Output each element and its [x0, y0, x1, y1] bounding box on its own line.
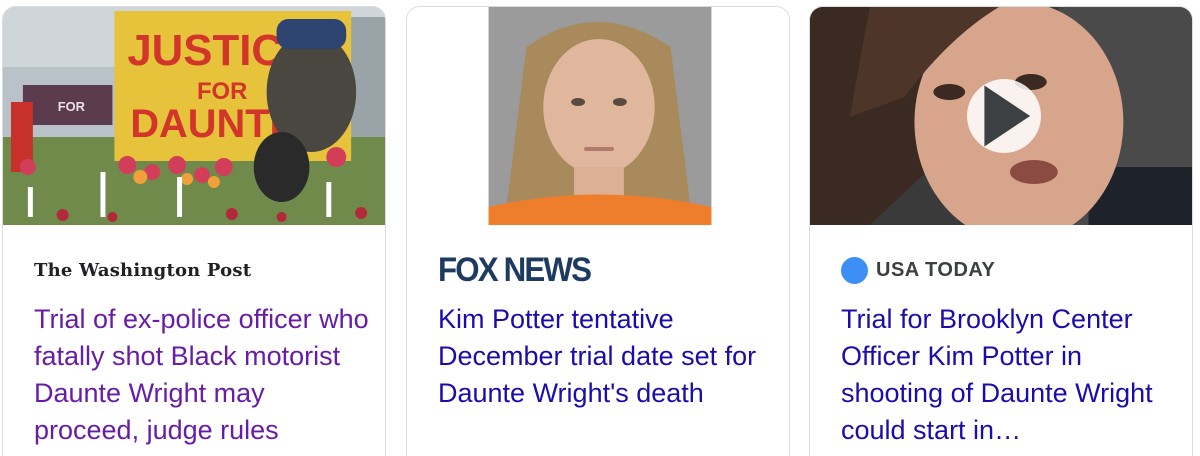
- headline-link[interactable]: Trial for Brooklyn Center Officer Kim Po…: [841, 301, 1181, 449]
- source-name: USA TODAY: [876, 258, 996, 281]
- news-source: USA TODAY: [841, 253, 995, 287]
- headline-link[interactable]: Kim Potter tentative December trial date…: [438, 301, 778, 412]
- source-name: FOX NEWS: [438, 250, 592, 289]
- news-thumbnail[interactable]: FOR JUSTICE FOR DAUNTE: [3, 7, 385, 225]
- news-source: The Washington Post: [34, 253, 251, 287]
- news-thumbnail[interactable]: [810, 7, 1192, 225]
- headline-link[interactable]: Trial of ex-police officer who fatally s…: [34, 301, 374, 449]
- news-carousel: FOR JUSTICE FOR DAUNTE The Washington Po…: [0, 0, 1200, 456]
- news-thumbnail[interactable]: [407, 7, 789, 225]
- usa-today-logo-icon: [841, 256, 868, 284]
- small-sign-text: FOR: [58, 99, 86, 114]
- news-card[interactable]: FOR JUSTICE FOR DAUNTE The Washington Po…: [2, 6, 386, 456]
- news-source: FOX NEWS: [438, 250, 603, 289]
- play-icon[interactable]: [967, 79, 1041, 153]
- news-card[interactable]: USA TODAY Trial for Brooklyn Center Offi…: [809, 6, 1193, 456]
- news-card[interactable]: FOX NEWS Kim Potter tentative December t…: [406, 6, 790, 456]
- source-name: The Washington Post: [34, 259, 252, 281]
